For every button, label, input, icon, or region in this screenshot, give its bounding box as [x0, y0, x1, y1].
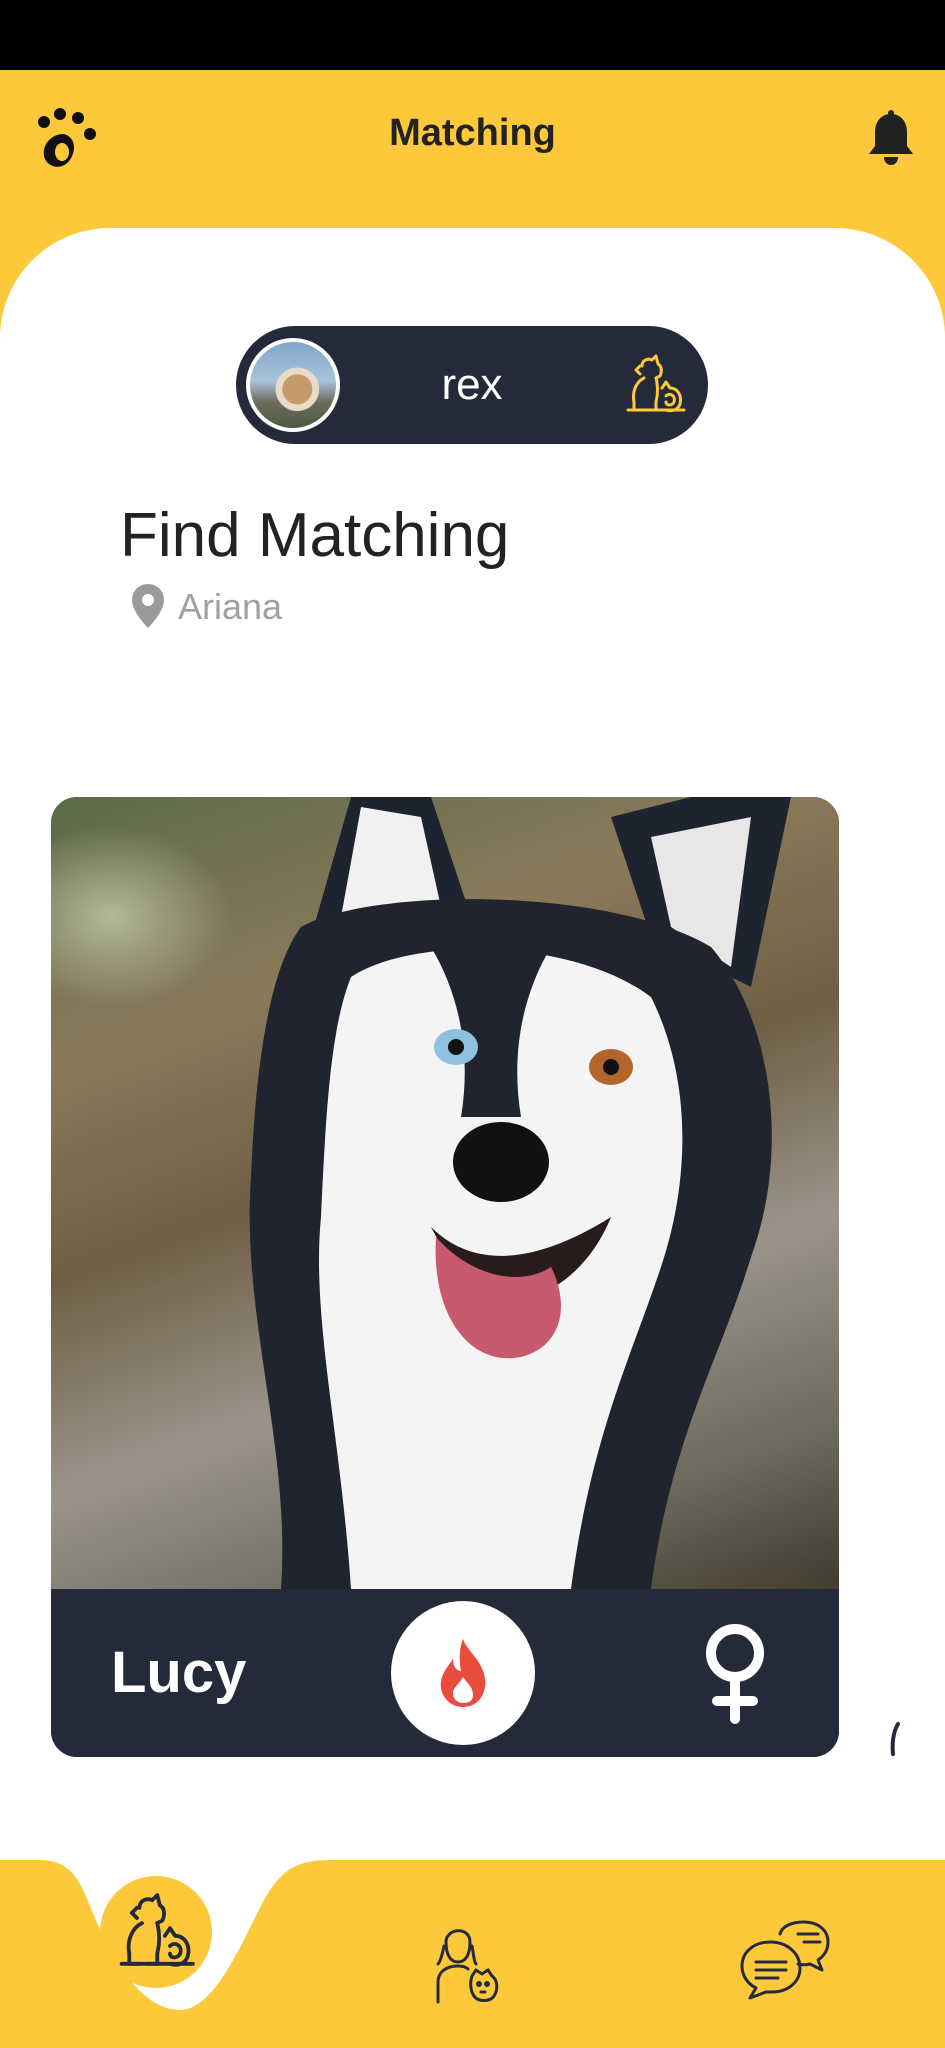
- bell-icon[interactable]: [865, 110, 917, 166]
- pets-icon: [119, 1893, 195, 1967]
- location-text: Ariana: [178, 586, 283, 627]
- flame-icon: [440, 1639, 486, 1707]
- page-title: Matching: [389, 112, 556, 154]
- like-button[interactable]: [391, 1601, 535, 1745]
- pets-icon: [626, 354, 686, 413]
- match-card-footer: Lucy: [51, 1589, 839, 1757]
- nav-item-pets[interactable]: [100, 1876, 212, 1988]
- chat-icon[interactable]: [740, 1920, 830, 2000]
- status-bar: [0, 0, 945, 70]
- find-matching-heading: Find Matching: [120, 501, 510, 570]
- pet-selector[interactable]: rex: [236, 326, 708, 444]
- match-card[interactable]: Lucy: [51, 797, 839, 1757]
- owner-with-dog-icon[interactable]: [432, 1920, 504, 2004]
- husky-illustration: [249, 797, 791, 1589]
- location-pin-icon: [132, 584, 164, 628]
- dog-photo: [51, 797, 839, 1589]
- next-card-edge: [890, 1722, 900, 1756]
- app-bar: Matching: [0, 70, 945, 210]
- female-icon: [706, 1624, 764, 1724]
- bottom-navigation: [0, 1860, 945, 2048]
- match-name: Lucy: [111, 1640, 247, 1705]
